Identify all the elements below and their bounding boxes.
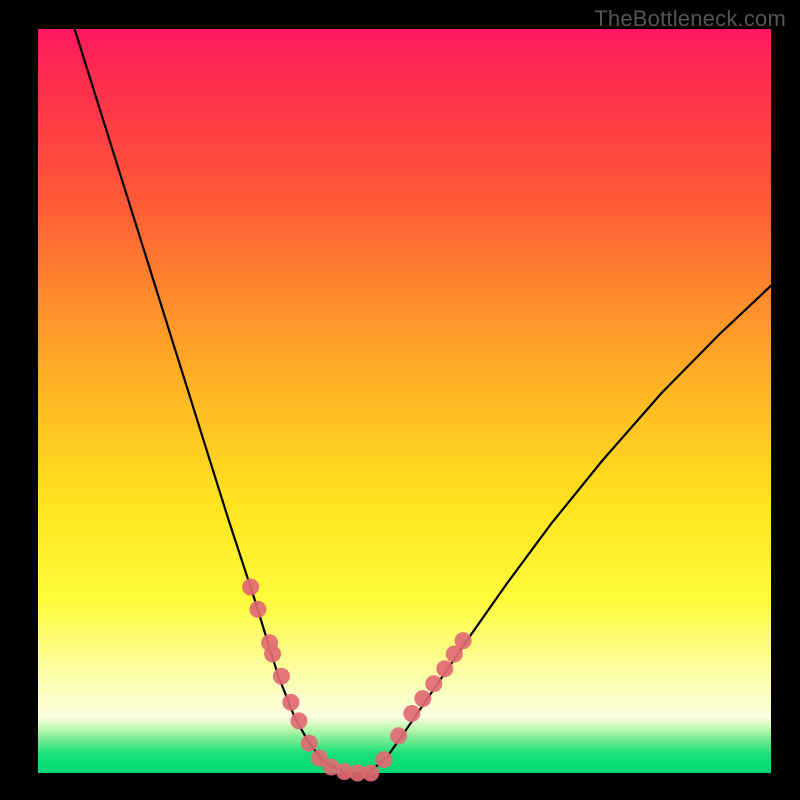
marker-dot: [376, 751, 393, 768]
marker-dot: [273, 668, 290, 685]
marker-group: [242, 579, 472, 782]
marker-dot: [282, 694, 299, 711]
bottleneck-curve: [75, 29, 771, 773]
marker-dot: [301, 735, 318, 752]
marker-dot: [290, 712, 307, 729]
marker-dot: [425, 675, 442, 692]
marker-dot: [242, 579, 259, 596]
marker-dot: [403, 705, 420, 722]
curve-svg: [38, 29, 771, 773]
marker-dot: [249, 601, 266, 618]
marker-dot: [455, 632, 472, 649]
marker-dot: [264, 646, 281, 663]
marker-dot: [390, 727, 407, 744]
marker-dot: [436, 660, 453, 677]
marker-dot: [414, 690, 431, 707]
plot-area: [38, 29, 771, 773]
marker-dot: [362, 765, 379, 782]
chart-stage: TheBottleneck.com: [0, 0, 800, 800]
